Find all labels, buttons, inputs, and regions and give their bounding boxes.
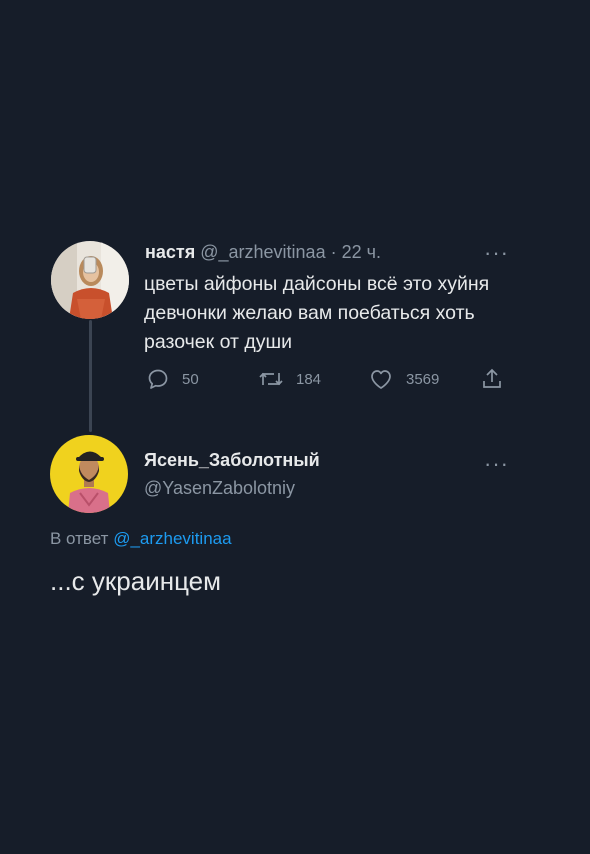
thread-connector-line	[89, 320, 92, 432]
like-icon	[371, 370, 391, 389]
author-handle[interactable]: @_arzhevitinaa	[200, 242, 325, 262]
avatar[interactable]	[50, 435, 128, 513]
reply-to-label: В ответ	[50, 529, 109, 548]
more-options-icon[interactable]: ···	[484, 453, 509, 475]
author-name[interactable]: настя	[145, 242, 195, 262]
mention-link[interactable]: @_arzhevitinaa	[113, 529, 231, 548]
avatar[interactable]	[51, 241, 129, 319]
reply-tweet-text: ...с украинцем	[50, 566, 222, 596]
header-separator: ·	[330, 242, 337, 262]
share-button[interactable]	[480, 367, 504, 391]
reply-count: 50	[182, 370, 199, 388]
share-icon	[483, 368, 501, 388]
tweet-timestamp[interactable]: 22 ч.	[342, 242, 381, 262]
reply-context: В ответ @_arzhevitinaa	[50, 529, 232, 549]
retweet-count: 184	[296, 370, 322, 388]
parent-tweet-text: цветы айфоны дайсоны всё это хуйня девчо…	[144, 273, 490, 353]
reply-button[interactable]: 50	[146, 367, 199, 391]
reply-icon	[148, 369, 168, 389]
author-name[interactable]: Ясень_Заболотный	[144, 450, 320, 471]
avatar-photo-icon	[51, 241, 129, 319]
author-handle[interactable]: @YasenZabolotniy	[144, 478, 295, 499]
like-count: 3569	[406, 370, 440, 388]
retweet-button[interactable]: 184	[258, 367, 321, 391]
more-options-icon[interactable]: ···	[484, 242, 509, 264]
like-button[interactable]: 3569	[368, 367, 439, 391]
tweet-actions: 50 184 3569	[144, 367, 514, 395]
parent-tweet-header: настя @_arzhevitinaa · 22 ч.	[145, 240, 381, 264]
avatar-photo-icon	[50, 435, 128, 513]
retweet-icon	[259, 372, 283, 386]
